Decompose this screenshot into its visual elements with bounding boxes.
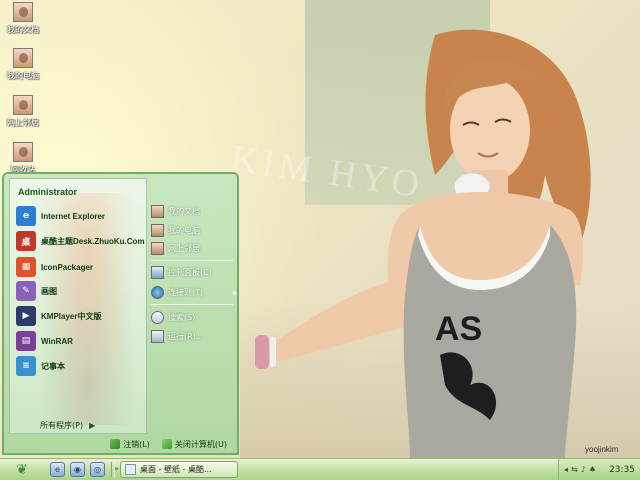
start-item-connect-to[interactable]: 连接到(T) ▸ xyxy=(151,284,237,300)
show-desktop-icon: ◉ xyxy=(74,465,81,474)
svg-text:AS: AS xyxy=(435,310,482,348)
start-menu: Administrator e Internet Explorer 桌 桌酷主题… xyxy=(2,172,239,455)
start-item-label: 搜索(S) xyxy=(168,312,196,322)
start-item-network[interactable]: 网上邻居 xyxy=(151,240,237,256)
start-menu-user-name: Administrator xyxy=(18,187,78,197)
program-label: IconPackager xyxy=(41,262,94,272)
desktop-icon-label: 网上邻居 xyxy=(7,118,39,127)
iconpackager-icon: ▦ xyxy=(16,257,36,277)
logoff-button[interactable]: 注销(L) xyxy=(110,439,150,450)
kmplayer-icon: ▶ xyxy=(16,306,36,326)
program-iconpackager[interactable]: ▦ IconPackager xyxy=(16,256,146,278)
program-label: Internet Explorer xyxy=(41,211,106,221)
quicklaunch-show-desktop[interactable]: ◉ xyxy=(70,462,85,477)
program-label: KMPlayer中文版 xyxy=(41,311,102,321)
my-computer-icon xyxy=(151,223,164,237)
desktop-icon-recycle-bin[interactable]: 回收站 xyxy=(0,142,46,175)
program-notepad[interactable]: ≡ 记事本 xyxy=(16,355,146,377)
network-places-icon xyxy=(151,241,164,255)
task-button-wallpaper-window[interactable]: 桌面 - 壁纸 - 桌酷... xyxy=(120,461,238,478)
clock[interactable]: 23:35 xyxy=(609,465,635,475)
task-button-label: 桌面 - 壁纸 - 桌酷... xyxy=(140,465,212,474)
chevron-right-icon[interactable]: » xyxy=(114,464,119,473)
all-programs-button[interactable]: 所有程序(P) ▶ xyxy=(40,420,95,431)
recycle-bin-icon xyxy=(13,142,33,162)
quicklaunch-browser[interactable]: ◎ xyxy=(90,462,105,477)
my-documents-icon xyxy=(151,204,164,218)
start-item-my-computer[interactable]: 我的电脑 xyxy=(151,222,237,238)
shutdown-label: 关闭计算机(U) xyxy=(174,439,227,449)
paint-icon: ✎ xyxy=(16,281,36,301)
start-item-label: 我的电脑 xyxy=(168,225,200,235)
tray-app-icon[interactable]: ♠ xyxy=(589,465,596,474)
start-menu-programs-pane: Administrator e Internet Explorer 桌 桌酷主题… xyxy=(9,178,147,434)
start-menu-divider xyxy=(151,260,233,261)
globe-icon xyxy=(151,285,164,299)
start-item-search[interactable]: 搜索(S) xyxy=(151,309,237,325)
notepad-icon: ≡ xyxy=(16,356,36,376)
program-label: 记事本 xyxy=(41,361,65,371)
program-label: 桌酷主题Desk.ZhuoKu.Com xyxy=(41,236,145,246)
my-computer-icon xyxy=(13,48,33,68)
program-kmplayer[interactable]: ▶ KMPlayer中文版 xyxy=(16,305,146,327)
arrow-right-icon: ▶ xyxy=(89,421,96,430)
start-menu-divider xyxy=(151,304,233,305)
desktop-icon-my-documents[interactable]: 我的文档 xyxy=(0,2,46,35)
start-item-run[interactable]: 运行(R)... xyxy=(151,328,237,344)
quicklaunch-ie[interactable]: e xyxy=(50,462,65,477)
ie-icon: e xyxy=(16,206,36,226)
butterfly-icon: ❦ xyxy=(16,461,28,478)
start-button[interactable]: ❦ xyxy=(4,460,40,479)
all-programs-label: 所有程序(P) xyxy=(40,421,84,430)
browser-icon: ◎ xyxy=(94,465,101,474)
start-item-label: 网上邻居 xyxy=(168,243,200,253)
program-zhuoku[interactable]: 桌 桌酷主题Desk.ZhuoKu.Com xyxy=(16,230,146,252)
window-icon xyxy=(125,464,136,475)
start-item-label: 我的文档 xyxy=(168,206,200,216)
program-paint[interactable]: ✎ 画图 xyxy=(16,280,146,302)
network-places-icon xyxy=(13,95,33,115)
control-panel-icon xyxy=(151,265,164,279)
tray-volume-icon[interactable]: ♪ xyxy=(581,465,586,474)
start-item-control-panel[interactable]: 控制面板(C) xyxy=(151,264,237,280)
start-item-label: 连接到(T) xyxy=(168,287,204,297)
wallpaper-signature: yoojinkim xyxy=(585,445,619,454)
zhuoku-icon: 桌 xyxy=(16,231,36,251)
start-menu-places-pane: 我的文档 我的电脑 网上邻居 控制面板(C) 连接到(T) ▸ 搜索(S) 运行… xyxy=(147,178,237,434)
desktop-icon-label: 我的文档 xyxy=(7,25,39,34)
wallpaper-figure: AS xyxy=(255,29,591,458)
run-icon xyxy=(151,329,164,343)
my-documents-icon xyxy=(13,2,33,22)
desktop-icon-label: 我的电脑 xyxy=(7,71,39,80)
taskbar: ❦ e ◉ ◎ » 桌面 - 壁纸 - 桌酷... ◂ ⇆ ♪ ♠ 23:35 xyxy=(0,458,640,480)
logoff-icon xyxy=(110,439,121,449)
chevron-right-icon: ▸ xyxy=(232,287,237,297)
program-label: WinRAR xyxy=(41,336,73,346)
program-winrar[interactable]: ▤ WinRAR xyxy=(16,330,146,352)
power-icon xyxy=(161,439,172,449)
winrar-icon: ▤ xyxy=(16,331,36,351)
start-item-my-documents[interactable]: 我的文档 xyxy=(151,203,237,219)
tray-network-icon[interactable]: ⇆ xyxy=(571,465,578,474)
search-icon xyxy=(151,310,164,324)
start-item-label: 控制面板(C) xyxy=(168,267,212,277)
shutdown-button[interactable]: 关闭计算机(U) xyxy=(161,439,227,450)
start-menu-footer: 注销(L) 关闭计算机(U) xyxy=(4,435,237,453)
desktop-icon-my-computer[interactable]: 我的电脑 xyxy=(0,48,46,81)
program-label: 画图 xyxy=(41,286,57,296)
ie-icon: e xyxy=(55,465,60,474)
system-tray: ◂ ⇆ ♪ ♠ 23:35 xyxy=(558,459,640,480)
logoff-label: 注销(L) xyxy=(123,439,150,449)
tray-arrow-icon[interactable]: ◂ xyxy=(564,465,568,474)
program-internet-explorer[interactable]: e Internet Explorer xyxy=(16,205,146,227)
start-item-label: 运行(R)... xyxy=(168,331,204,341)
desktop-icon-network[interactable]: 网上邻居 xyxy=(0,95,46,128)
